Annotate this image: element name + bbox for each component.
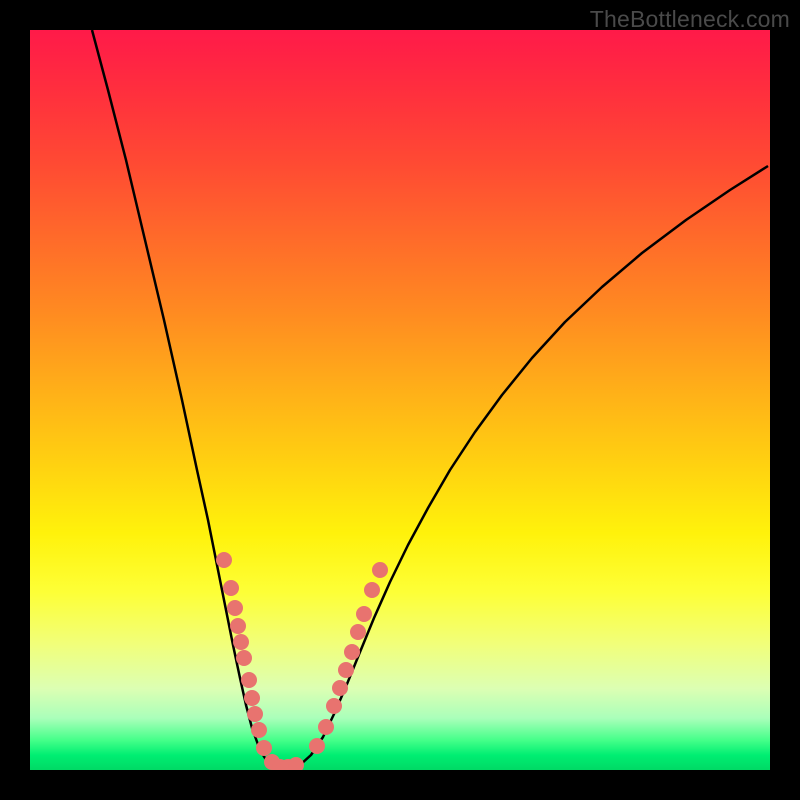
- data-dot: [332, 680, 348, 696]
- data-dot: [223, 580, 239, 596]
- outer-frame: TheBottleneck.com: [0, 0, 800, 800]
- data-dot: [350, 624, 366, 640]
- data-dot: [318, 719, 334, 735]
- data-dot: [227, 600, 243, 616]
- plot-area: [30, 30, 770, 770]
- data-dot: [247, 706, 263, 722]
- data-dot: [372, 562, 388, 578]
- bottleneck-curve: [92, 30, 768, 768]
- data-dot: [236, 650, 252, 666]
- data-dot: [230, 618, 246, 634]
- data-dot: [244, 690, 260, 706]
- data-dot: [338, 662, 354, 678]
- data-dot: [216, 552, 232, 568]
- watermark-text: TheBottleneck.com: [590, 6, 790, 33]
- data-dot: [356, 606, 372, 622]
- data-dot: [309, 738, 325, 754]
- data-dot: [233, 634, 249, 650]
- data-dot: [326, 698, 342, 714]
- chart-svg: [30, 30, 770, 770]
- data-dots: [216, 552, 388, 770]
- data-dot: [264, 754, 280, 770]
- data-dot: [241, 672, 257, 688]
- data-dot: [288, 757, 304, 770]
- data-dot: [272, 759, 288, 770]
- data-dot: [280, 759, 296, 770]
- data-dot: [364, 582, 380, 598]
- data-dot: [251, 722, 267, 738]
- data-dot: [256, 740, 272, 756]
- data-dot: [344, 644, 360, 660]
